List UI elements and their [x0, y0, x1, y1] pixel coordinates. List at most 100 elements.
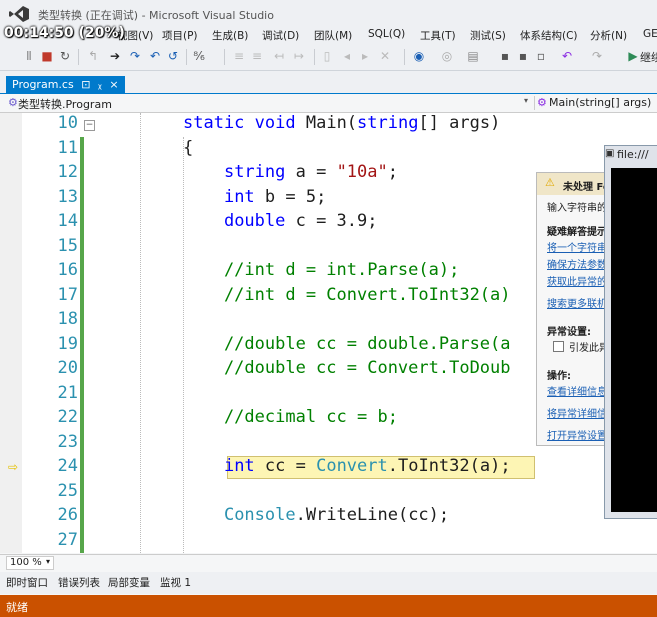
comment-icon[interactable]: ≡: [232, 49, 246, 63]
member-dropdown-value: Main(string[] args): [549, 96, 652, 109]
break-on-exception-checkbox[interactable]: [553, 341, 564, 352]
continue-button-label[interactable]: 继续: [640, 49, 657, 65]
code-line: 25: [0, 481, 657, 506]
code-line: 26 Console.WriteLine(cc);: [0, 505, 657, 530]
warning-icon: ⚠: [545, 176, 555, 189]
console-window[interactable]: ▣ file:///: [604, 145, 657, 519]
step-into-icon[interactable]: ➔: [108, 49, 122, 63]
save-all-icon[interactable]: ▪: [516, 49, 530, 63]
method-icon: ⚙: [537, 96, 547, 109]
step-out-icon[interactable]: ↶: [148, 49, 162, 63]
redo-nav-icon[interactable]: ↦: [292, 49, 306, 63]
code-text: //int d = int.Parse(a);: [183, 260, 460, 280]
member-dropdown[interactable]: ⚙ Main(string[] args): [534, 96, 657, 110]
line-number: 18: [57, 309, 78, 329]
tab-immediate-window[interactable]: 即时窗口: [6, 575, 48, 590]
toolbar-separator: [78, 49, 79, 65]
menu-build[interactable]: 生成(B): [212, 28, 248, 43]
restart-icon[interactable]: ↻: [58, 49, 72, 63]
new-project-icon[interactable]: ▤: [466, 49, 480, 63]
open-file-icon[interactable]: ▫: [534, 49, 548, 63]
bookmark-icon[interactable]: ▯: [320, 49, 334, 63]
menu-test[interactable]: 测试(S): [470, 28, 506, 43]
line-number: 19: [57, 333, 78, 354]
close-icon[interactable]: ×: [109, 78, 118, 91]
navigate-forward-icon[interactable]: ◎: [440, 49, 454, 63]
exception-settings-header: 异常设置:: [547, 327, 591, 338]
menu-project[interactable]: 项目(P): [162, 28, 198, 43]
debug-toolbar: Ⅱ ■ ↻ ↰ ➔ ↷ ↶ ↺ ⁸⁄₆ ≡ ≡ ↤ ↦ ▯ ◂ ▸ ✕ ◉ ◎ …: [0, 44, 657, 71]
code-text: Console.WriteLine(cc);: [223, 505, 450, 525]
console-title: file:///: [617, 148, 649, 161]
tip-link[interactable]: 获取此异常的: [547, 273, 607, 288]
type-dropdown[interactable]: ⚙ 类型转换.Program ▾: [8, 96, 530, 111]
tip-link[interactable]: 确保方法参数: [547, 256, 607, 271]
tip-link[interactable]: 将一个字符串: [547, 239, 607, 254]
code-line: 27: [0, 530, 657, 554]
toolbar-separator: [186, 49, 187, 65]
tab-program-cs[interactable]: Program.cs ⊡ ᵪ ×: [6, 76, 125, 93]
show-next-statement-icon[interactable]: ↰: [86, 49, 100, 63]
exception-message: 输入字符串的: [547, 203, 607, 214]
redo-icon[interactable]: ↷: [590, 49, 604, 63]
status-text: 就绪: [6, 601, 28, 614]
line-number: 10: [57, 113, 78, 133]
code-text: //double cc = Convert.ToDoub: [183, 358, 511, 378]
view-detail-link[interactable]: 查看详细信息: [547, 383, 607, 398]
code-text: //decimal cc = b;: [183, 407, 398, 427]
line-number: 27: [57, 529, 78, 550]
line-number: 12: [57, 162, 78, 182]
break-all-icon[interactable]: Ⅱ: [22, 49, 36, 63]
toolbar-separator: [224, 49, 225, 65]
prev-bookmark-icon[interactable]: ◂: [340, 49, 354, 63]
tab-watch-1[interactable]: 监视 1: [160, 575, 191, 590]
type-dropdown-value: 类型转换.Program: [18, 98, 112, 111]
clear-bookmarks-icon[interactable]: ✕: [378, 49, 392, 63]
step-back-icon[interactable]: ↺: [166, 49, 180, 63]
tab-locals[interactable]: 局部变量: [108, 575, 150, 590]
undo-nav-icon[interactable]: ↤: [272, 49, 286, 63]
editor-bottom-bar: 100 % ▾: [0, 554, 657, 573]
code-line: 10 static void Main(string[] args): [0, 113, 657, 138]
copy-detail-link[interactable]: 将异常详细信: [547, 405, 607, 420]
menu-tools[interactable]: 工具(T): [420, 28, 456, 43]
save-icon[interactable]: ▪: [498, 49, 512, 63]
line-number: 14: [57, 211, 78, 231]
console-output[interactable]: [611, 168, 657, 512]
keep-open-icon[interactable]: ᵪ: [98, 78, 102, 91]
navigate-back-icon[interactable]: ◉: [412, 49, 426, 63]
menu-architecture[interactable]: 体系结构(C): [520, 28, 578, 43]
chevron-down-icon: ▾: [45, 557, 50, 566]
window-title: 类型转换 (正在调试) - Microsoft Visual Studio: [38, 9, 274, 22]
tab-error-list[interactable]: 错误列表: [58, 575, 100, 590]
checkbox-label: 引发此异: [569, 343, 609, 354]
continue-icon[interactable]: ▶: [626, 49, 640, 63]
menu-team[interactable]: 团队(M): [314, 28, 352, 43]
code-text: int cc = Convert.ToInt32(a);: [223, 456, 511, 476]
tab-label: Program.cs: [12, 78, 74, 91]
menu-sql[interactable]: SQL(Q): [368, 28, 405, 40]
toolbar-separator: [404, 49, 405, 65]
uncomment-icon[interactable]: ≡: [250, 49, 264, 63]
stop-icon[interactable]: ■: [40, 49, 54, 63]
status-bar: 就绪: [0, 595, 657, 617]
line-number: 15: [57, 235, 78, 256]
hex-display-icon[interactable]: ⁸⁄₆: [192, 49, 206, 63]
zoom-dropdown[interactable]: 100 % ▾: [6, 556, 54, 570]
code-text: static void Main(string[] args): [183, 113, 501, 133]
pin-icon[interactable]: ⊡: [81, 78, 90, 91]
zoom-value: 100 %: [10, 557, 42, 568]
menu-more[interactable]: GE: [643, 28, 657, 40]
undo-icon[interactable]: ↶: [560, 49, 574, 63]
next-bookmark-icon[interactable]: ▸: [358, 49, 372, 63]
line-number: 16: [57, 260, 78, 280]
open-settings-link[interactable]: 打开异常设置: [547, 427, 607, 442]
step-over-icon[interactable]: ↷: [128, 49, 142, 63]
code-text: int b = 5;: [223, 186, 327, 207]
menu-analyze[interactable]: 分析(N): [590, 28, 627, 43]
line-number: 20: [57, 358, 78, 378]
visual-studio-logo-icon: [9, 6, 29, 22]
actions-header: 操作:: [547, 371, 571, 382]
menu-debug[interactable]: 调试(D): [262, 28, 299, 43]
search-online-link[interactable]: 搜索更多联机: [547, 295, 607, 310]
